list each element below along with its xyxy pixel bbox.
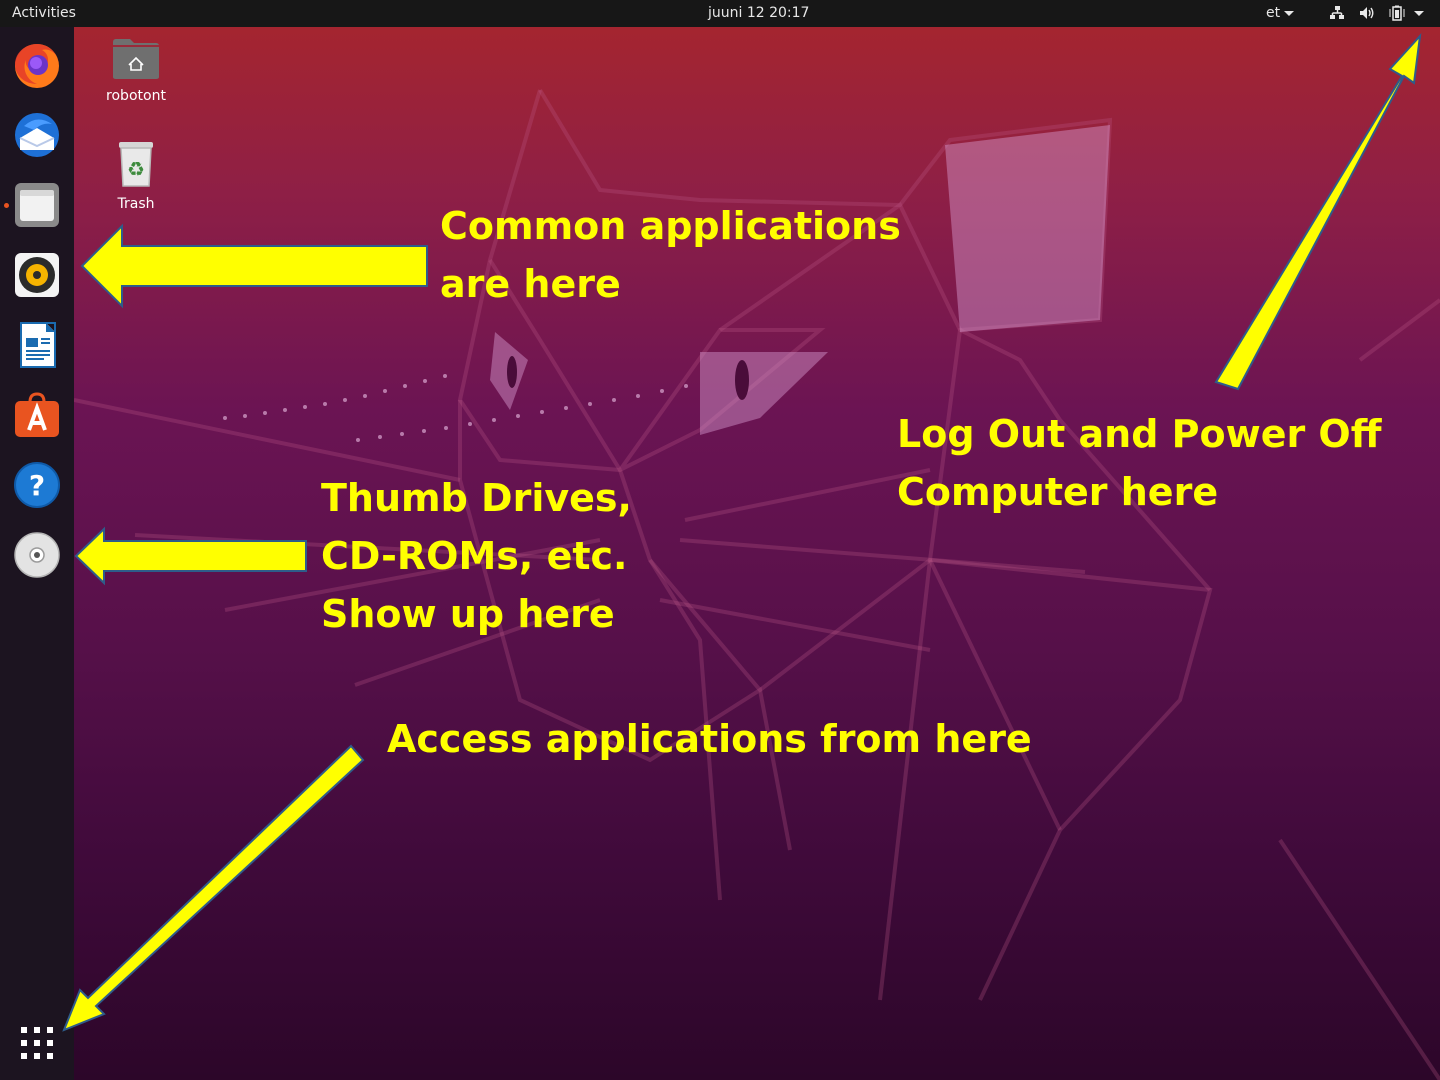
callout-access-apps: Access applications from here — [387, 710, 1032, 768]
callout-line: Access applications from here — [387, 717, 1032, 761]
arrow-down-left-app-grid — [62, 744, 365, 1032]
callout-line: Computer here — [897, 470, 1219, 514]
arrow-left-drives — [74, 526, 307, 586]
callout-line: Thumb Drives, — [321, 476, 632, 520]
callout-line: Common applications — [440, 204, 901, 248]
callout-line: are here — [440, 262, 621, 306]
callout-line: Show up here — [321, 592, 615, 636]
callout-line: CD-ROMs, etc. — [321, 534, 628, 578]
callout-common-apps: Common applications are here — [440, 197, 901, 313]
arrow-left-common-apps — [80, 223, 428, 309]
annotation-arrows — [62, 32, 1422, 1032]
callout-drives: Thumb Drives, CD-ROMs, etc. Show up here — [321, 469, 632, 643]
arrow-up-right-system-menu — [1214, 32, 1422, 391]
callout-line: Log Out and Power Off — [897, 412, 1382, 456]
callout-power-off: Log Out and Power Off Computer here — [897, 405, 1382, 521]
